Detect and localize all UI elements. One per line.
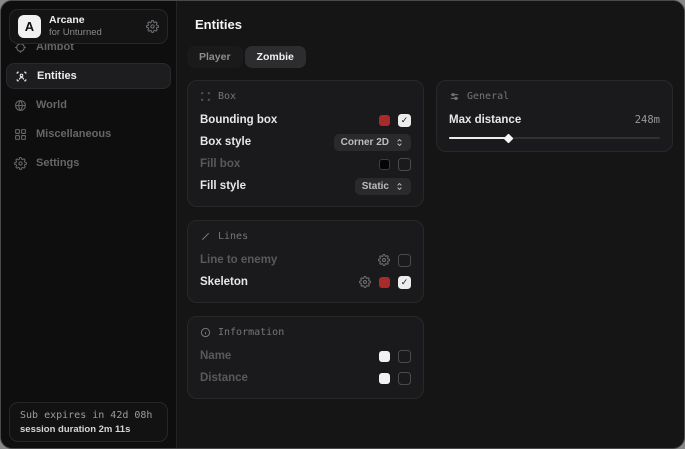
- color-swatch[interactable]: [379, 115, 390, 126]
- brand-logo: A: [18, 15, 41, 38]
- setting-row-fill-box: Fill box: [200, 153, 411, 175]
- sidebar-item-label: Miscellaneous: [36, 128, 111, 140]
- setting-label: Line to enemy: [200, 254, 378, 266]
- card-title: Box: [218, 91, 236, 102]
- setting-row-bounding-box: Bounding box: [200, 109, 411, 131]
- slider-fill: [449, 137, 508, 139]
- setting-row-box-style: Box style Corner 2D: [200, 131, 411, 153]
- setting-row-name: Name: [200, 345, 411, 367]
- dropdown-value: Static: [362, 181, 389, 192]
- subscription-card: Sub expires in 42d 08h session duration …: [9, 402, 168, 442]
- main-panel: Entities Player Zombie Box Bounding box: [176, 1, 684, 448]
- sidebar-item-label: Entities: [37, 70, 77, 82]
- sidebar-item-world[interactable]: World: [6, 92, 171, 118]
- app-window: A Arcane for Unturned Category Aimbot: [0, 0, 685, 449]
- setting-label: Bounding box: [200, 114, 379, 126]
- max-distance-value: 248m: [635, 114, 660, 126]
- setting-label: Box style: [200, 136, 334, 148]
- brand-subtitle: for Unturned: [49, 28, 138, 38]
- card-title: General: [467, 91, 509, 102]
- sub-expiry-text: Sub expires in 42d 08h: [20, 410, 157, 421]
- setting-row-fill-style: Fill style Static: [200, 175, 411, 197]
- name-checkbox[interactable]: [398, 350, 411, 363]
- grid-icon: [14, 128, 27, 141]
- box-card: Box Bounding box Box style Corne: [187, 80, 424, 207]
- setting-row-line-to-enemy: Line to enemy: [200, 249, 411, 271]
- slider-thumb[interactable]: [504, 133, 514, 143]
- tab-zombie[interactable]: Zombie: [245, 46, 306, 68]
- page-title: Entities: [195, 17, 684, 32]
- sidebar-item-settings[interactable]: Settings: [6, 150, 171, 176]
- lines-card: Lines Line to enemy Skeleton: [187, 220, 424, 303]
- color-swatch[interactable]: [379, 277, 390, 288]
- chevrons-up-down-icon: [395, 138, 404, 147]
- skeleton-checkbox[interactable]: [398, 276, 411, 289]
- setting-label: Fill style: [200, 180, 355, 192]
- sliders-icon: [449, 91, 460, 102]
- entities-scan-icon: [15, 70, 28, 83]
- card-title: Lines: [218, 231, 248, 242]
- dropdown-value: Corner 2D: [341, 137, 389, 148]
- sidebar-item-label: World: [36, 99, 67, 111]
- info-icon: [200, 327, 211, 338]
- color-swatch[interactable]: [379, 373, 390, 384]
- tab-player[interactable]: Player: [187, 46, 243, 68]
- sidebar-item-miscellaneous[interactable]: Miscellaneous: [6, 121, 171, 147]
- gear-icon[interactable]: [359, 276, 371, 288]
- box-style-dropdown[interactable]: Corner 2D: [334, 134, 411, 151]
- gear-icon: [14, 157, 27, 170]
- color-swatch[interactable]: [379, 351, 390, 362]
- chevrons-up-down-icon: [395, 182, 404, 191]
- general-card: General Max distance 248m: [436, 80, 673, 152]
- setting-label: Distance: [200, 372, 379, 384]
- setting-row-max-distance: Max distance 248m: [449, 109, 660, 131]
- color-swatch[interactable]: [379, 159, 390, 170]
- setting-row-distance: Distance: [200, 367, 411, 389]
- fill-style-dropdown[interactable]: Static: [355, 178, 411, 195]
- globe-icon: [14, 99, 27, 112]
- gear-icon[interactable]: [146, 20, 159, 33]
- setting-label: Name: [200, 350, 379, 362]
- bounding-box-checkbox[interactable]: [398, 114, 411, 127]
- brand-card: A Arcane for Unturned: [9, 9, 168, 44]
- distance-checkbox[interactable]: [398, 372, 411, 385]
- card-title: Information: [218, 327, 284, 338]
- session-duration-text: session duration 2m 11s: [20, 424, 157, 435]
- setting-label: Skeleton: [200, 276, 359, 288]
- information-card: Information Name Distance: [187, 316, 424, 399]
- sidebar-nav: Aimbot Entities World Miscellaneous: [1, 34, 176, 176]
- fill-box-checkbox[interactable]: [398, 158, 411, 171]
- setting-label: Fill box: [200, 158, 379, 170]
- setting-row-skeleton: Skeleton: [200, 271, 411, 293]
- diagonal-line-icon: [200, 231, 211, 242]
- max-distance-slider[interactable]: [449, 134, 660, 142]
- line-to-enemy-checkbox[interactable]: [398, 254, 411, 267]
- setting-label: Max distance: [449, 114, 635, 126]
- entity-tabs: Player Zombie: [187, 46, 684, 68]
- scan-corners-icon: [200, 91, 211, 102]
- sidebar-item-label: Settings: [36, 157, 79, 169]
- gear-icon[interactable]: [378, 254, 390, 266]
- sidebar-item-entities[interactable]: Entities: [6, 63, 171, 89]
- sidebar: A Arcane for Unturned Category Aimbot: [1, 1, 176, 448]
- brand-name: Arcane: [49, 15, 138, 27]
